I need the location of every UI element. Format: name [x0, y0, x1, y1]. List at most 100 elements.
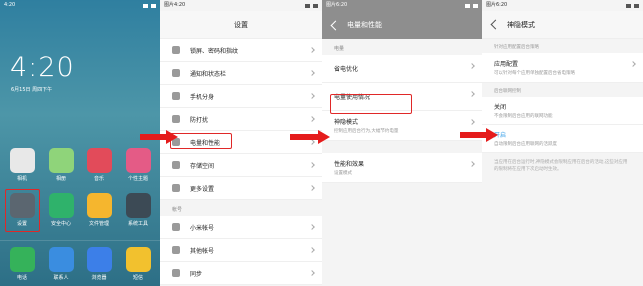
app-label: 个性主题: [127, 176, 148, 182]
power-saving-item[interactable]: 省电优化: [322, 55, 482, 83]
app-message[interactable]: 短信: [120, 247, 156, 281]
app-label: 系统工具: [127, 221, 148, 227]
message-icon: [125, 247, 151, 272]
item-sub: 自动限制后台应用联网的活跃度: [494, 142, 557, 147]
settings-item[interactable]: 小米帐号: [160, 216, 322, 239]
battery-icon: [634, 3, 639, 8]
app-contacts[interactable]: 联系人: [43, 247, 79, 281]
settings-row-icon: [172, 184, 180, 192]
off-option[interactable]: 关闭 不会限制后台应用的联网功能: [482, 97, 643, 125]
chevron-right-icon: [309, 116, 315, 122]
status-time: 4:20: [4, 2, 16, 8]
settings-item-label: 防打扰: [190, 116, 209, 124]
signal-icon: [626, 3, 631, 8]
chevron-right-icon: [309, 247, 315, 253]
contacts-icon: [48, 247, 74, 272]
section-account: 帐号: [160, 200, 322, 216]
settings-item-label: 其他帐号: [190, 247, 215, 255]
settings-item[interactable]: 通知和状态栏: [160, 62, 322, 85]
gallery-icon: [48, 148, 74, 173]
back-arrow-icon[interactable]: [330, 20, 341, 30]
chevron-right-icon: [309, 270, 315, 276]
status-time: 图片6:20: [326, 2, 348, 8]
chevron-right-icon: [469, 161, 475, 167]
settings-item[interactable]: 其他帐号: [160, 239, 322, 262]
tools-icon: [125, 193, 151, 218]
signal-icon: [305, 3, 310, 8]
chevron-right-icon: [309, 70, 315, 76]
signal-icon: [465, 3, 470, 8]
arrow-to-hidden-mode: [290, 130, 330, 144]
app-phone[interactable]: 电话: [4, 247, 40, 281]
performance-item[interactable]: 性能和效果 设置模式: [322, 153, 482, 183]
item-label: 开启: [494, 132, 507, 139]
dock-divider: [0, 240, 160, 241]
status-bar: 图片6:20: [482, 0, 643, 11]
settings-item[interactable]: 手机分身: [160, 85, 322, 108]
folder-icon: [86, 193, 112, 218]
settings-item-label: 更多设置: [190, 185, 215, 193]
config-hint: 针对应用配置后台策略: [494, 45, 539, 50]
section-background: 后台联网控制: [494, 89, 521, 94]
home-screen: 4:20 4:20 6月15日 周四下午 相机 相册 音乐 个性主题 设置 安全中心 文件…: [0, 0, 160, 286]
app-tools[interactable]: 系统工具: [120, 193, 156, 227]
app-label: 音乐: [93, 176, 104, 182]
app-camera[interactable]: 相机: [4, 148, 40, 182]
chevron-right-icon: [469, 119, 475, 125]
settings-item[interactable]: 更多设置: [160, 177, 322, 200]
signal-icon: [143, 3, 148, 8]
settings-item-label: 手机分身: [190, 93, 215, 101]
app-label: 联系人: [53, 275, 69, 281]
app-gallery[interactable]: 相册: [43, 148, 79, 182]
settings-item-label: 小米帐号: [190, 224, 215, 232]
app-label: 安全中心: [50, 221, 71, 227]
app-label: 相机: [16, 176, 27, 182]
settings-row-icon: [172, 92, 180, 100]
music-icon: [86, 148, 112, 173]
settings-row-icon: [172, 69, 180, 77]
app-music[interactable]: 音乐: [81, 148, 117, 182]
chevron-right-icon: [469, 63, 475, 69]
on-option[interactable]: 开启 自动限制后台应用联网的活跃度: [482, 125, 643, 153]
chevron-right-icon: [309, 185, 315, 191]
section-power: 电量: [322, 39, 482, 55]
battery-icon: [151, 3, 156, 8]
browser-icon: [86, 247, 112, 272]
page-title: 电量和性能: [347, 21, 382, 29]
phone-icon: [9, 247, 35, 272]
chevron-right-icon: [309, 162, 315, 168]
hidden-mode-item[interactable]: 神隐模式 控制应用后台行为,大幅节约电量: [322, 111, 482, 141]
status-time: 图片6:20: [486, 2, 508, 8]
shield-icon: [48, 193, 74, 218]
settings-item-label: 锁屏、密码和指纹: [190, 47, 239, 55]
chevron-right-icon: [309, 93, 315, 99]
settings-item[interactable]: 同步: [160, 262, 322, 285]
settings-item-label: 通知和状态栏: [190, 70, 227, 78]
item-label: 关闭: [494, 104, 507, 111]
item-label: 性能和效果: [334, 161, 365, 168]
app-label: 文件管理: [88, 221, 109, 227]
settings-row-icon: [172, 269, 180, 277]
app-folder[interactable]: 文件管理: [81, 193, 117, 227]
hidden-mode-screen: 图片6:20 神隐模式 针对应用配置后台策略 应用配置 可以针对每个应用单独配置…: [482, 0, 643, 286]
app-config-item[interactable]: 应用配置 可以针对每个应用单独配置后台省电策略: [482, 53, 643, 83]
settings-item[interactable]: 存储空间: [160, 154, 322, 177]
app-browser[interactable]: 浏览器: [81, 247, 117, 281]
arrow-to-battery: [140, 130, 178, 144]
settings-row-icon: [172, 223, 180, 231]
chevron-right-icon: [309, 224, 315, 230]
home-clock: 4:20: [10, 52, 75, 83]
settings-item[interactable]: 防打扰: [160, 108, 322, 131]
battery-screen: 图片6:20 电量和性能 电量 省电优化 电量使用情况 神隐模式 控制应用后台行…: [322, 0, 482, 286]
back-arrow-icon[interactable]: [490, 19, 501, 30]
status-time: 图片4:20: [164, 2, 186, 8]
arrow-to-enable: [460, 128, 498, 142]
settings-item[interactable]: 锁屏、密码和指纹: [160, 39, 322, 62]
settings-titlebar: 设置: [160, 11, 322, 39]
theme-icon: [125, 148, 151, 173]
app-shield[interactable]: 安全中心: [43, 193, 79, 227]
status-bar: 图片6:20: [322, 0, 482, 11]
item-sub: 设置模式: [334, 171, 352, 176]
app-theme[interactable]: 个性主题: [120, 148, 156, 182]
settings-row-icon: [172, 115, 180, 123]
